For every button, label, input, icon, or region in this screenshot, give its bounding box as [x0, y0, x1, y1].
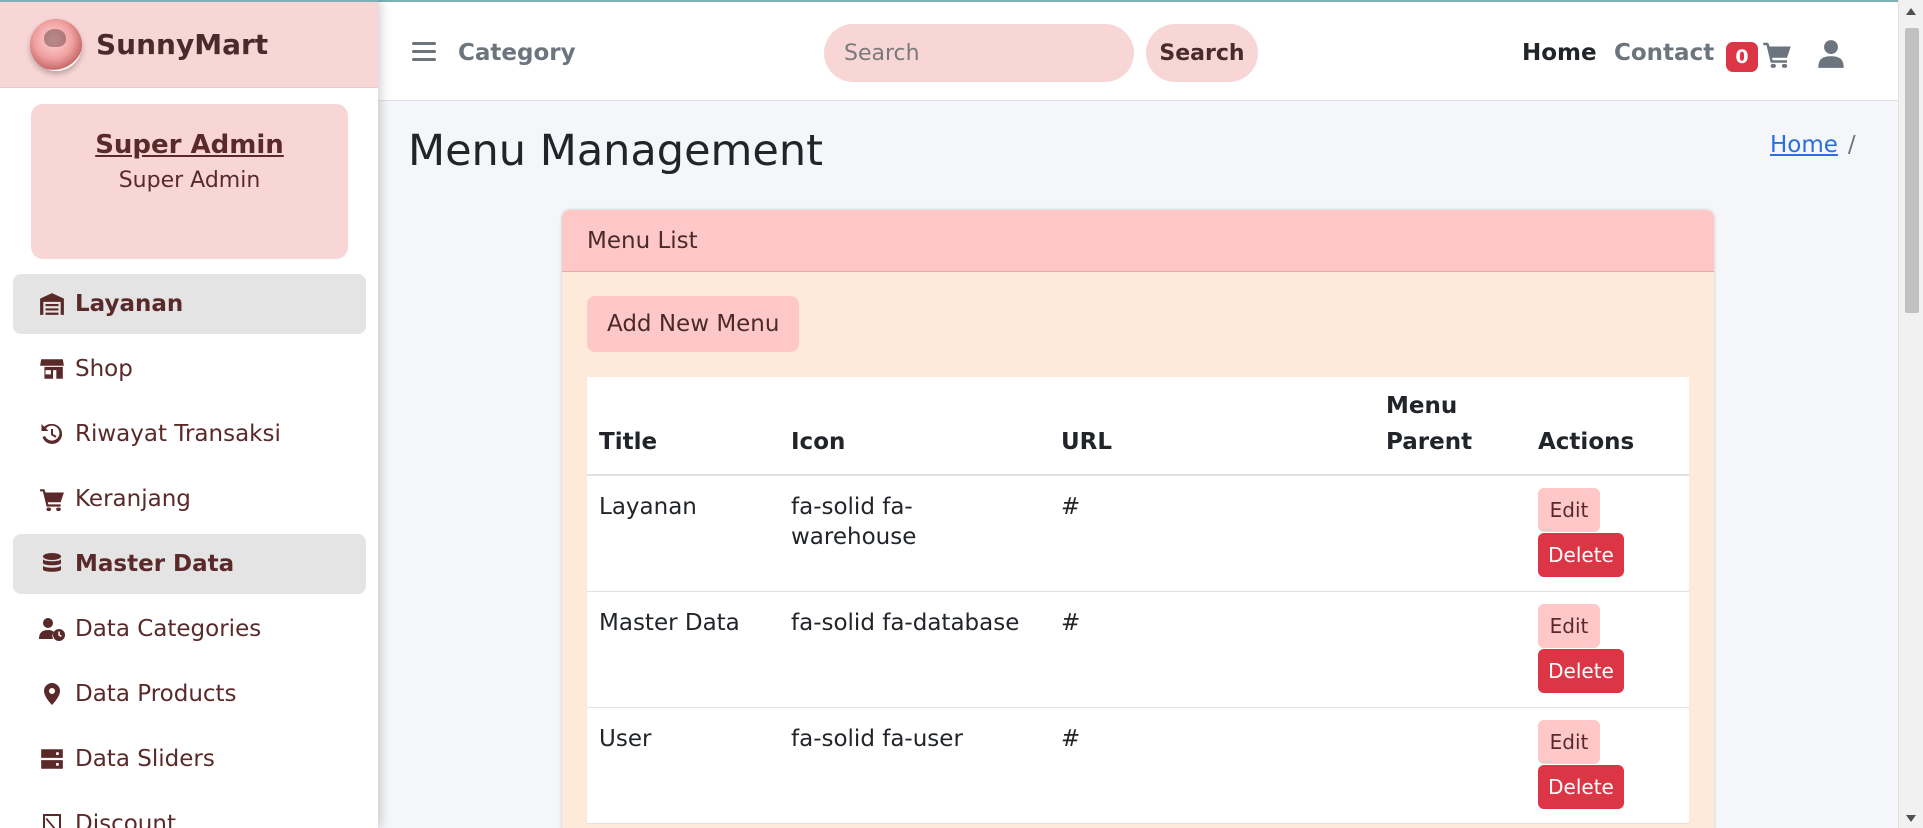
user-name-link[interactable]: Super Admin [95, 130, 284, 160]
shop-icon [37, 356, 67, 382]
cell-title: Master Data [587, 591, 779, 708]
column-header-icon: Icon [779, 377, 1049, 476]
sidebar-item-label: Data Sliders [75, 746, 215, 772]
menu-table: Title Icon URL Menu Parent Actions Layana… [587, 377, 1689, 824]
cell-title: User [587, 707, 779, 824]
sidebar-item-shop[interactable]: Shop [13, 339, 366, 399]
cell-actions: Edit Delete [1526, 591, 1689, 708]
cell-url: # [1049, 475, 1374, 592]
discount-icon [37, 811, 67, 828]
sidebar-item-label: Discount [75, 811, 176, 828]
sidebar: SunnyMart Super Admin Super Admin Layana… [0, 0, 378, 828]
cell-actions: Edit Delete [1526, 707, 1689, 824]
warehouse-icon [37, 291, 67, 317]
cell-icon: fa-solid fa-warehouse [779, 475, 1049, 592]
column-header-title: Title [587, 377, 779, 476]
cart-icon[interactable] [1762, 40, 1792, 68]
cell-icon: fa-solid fa-user [779, 707, 1049, 824]
page-scrollbar[interactable] [1898, 0, 1923, 828]
cart-count-badge: 0 [1726, 42, 1758, 72]
header-text: Menu [1386, 393, 1458, 419]
sidebar-item-label: Keranjang [75, 486, 191, 512]
cell-parent [1374, 707, 1526, 824]
delete-button[interactable]: Delete [1538, 533, 1624, 577]
sidebar-item-master-data[interactable]: Master Data [13, 534, 366, 594]
breadcrumb: Home / [1770, 132, 1856, 158]
database-icon [37, 551, 67, 577]
user-clock-icon [37, 616, 67, 642]
sidebar-item-label: Data Categories [75, 616, 262, 642]
cell-actions: Edit Delete [1526, 475, 1689, 592]
sidebar-item-label: Data Products [75, 681, 237, 707]
table-row: User fa-solid fa-user # Edit Delete [587, 707, 1689, 824]
top-navbar: Category Search Home Contact 0 [378, 0, 1898, 101]
history-icon [37, 421, 67, 447]
cell-url: # [1049, 591, 1374, 708]
sidebar-item-riwayat-transaksi[interactable]: Riwayat Transaksi [13, 404, 366, 464]
sidebar-item-discount[interactable]: Discount [13, 794, 366, 828]
sidebar-item-label: Master Data [75, 551, 235, 577]
search-input[interactable] [824, 24, 1134, 82]
table-header-row: Title Icon URL Menu Parent Actions [587, 377, 1689, 476]
search-button[interactable]: Search [1146, 24, 1258, 82]
page-title: Menu Management [408, 126, 823, 176]
sidebar-item-label: Layanan [75, 291, 184, 317]
sidebar-item-label: Shop [75, 356, 133, 382]
column-header-actions: Actions [1526, 377, 1689, 476]
sidebar-item-label: Riwayat Transaksi [75, 421, 281, 447]
user-role: Super Admin [118, 168, 261, 193]
cart-icon [37, 486, 67, 512]
category-link[interactable]: Category [458, 40, 576, 66]
sidebar-item-layanan[interactable]: Layanan [13, 274, 366, 334]
scroll-down-arrow-icon[interactable] [1906, 815, 1916, 822]
hamburger-menu-icon[interactable] [412, 42, 436, 62]
scroll-up-arrow-icon[interactable] [1906, 8, 1916, 15]
cell-icon: fa-solid fa-database [779, 591, 1049, 708]
nav-home-link[interactable]: Home [1522, 40, 1597, 66]
brand-logo [30, 18, 82, 71]
breadcrumb-home-link[interactable]: Home [1770, 132, 1838, 158]
cell-title: Layanan [587, 475, 779, 592]
user-icon[interactable] [1818, 39, 1844, 69]
header-text: Parent [1386, 429, 1473, 455]
menu-list-card: Menu List Add New Menu Title Icon URL Me… [562, 210, 1714, 828]
scrollbar-thumb[interactable] [1905, 28, 1919, 313]
brand-link[interactable]: SunnyMart [0, 0, 378, 88]
sidebar-item-data-categories[interactable]: Data Categories [13, 599, 366, 659]
sidebar-item-data-sliders[interactable]: Data Sliders [13, 729, 366, 789]
breadcrumb-separator: / [1847, 132, 1856, 158]
column-header-url: URL [1049, 377, 1374, 476]
delete-button[interactable]: Delete [1538, 648, 1624, 693]
user-panel: Super Admin Super Admin [31, 104, 348, 259]
server-icon [37, 746, 67, 772]
cell-url: # [1049, 707, 1374, 824]
delete-button[interactable]: Delete [1538, 764, 1624, 809]
cell-parent [1374, 475, 1526, 592]
cell-parent [1374, 591, 1526, 708]
column-header-menu-parent: Menu Parent [1374, 377, 1526, 476]
sidebar-item-keranjang[interactable]: Keranjang [13, 469, 366, 529]
card-header: Menu List [562, 210, 1714, 272]
sidebar-item-data-products[interactable]: Data Products [13, 664, 366, 724]
edit-button[interactable]: Edit [1538, 488, 1600, 532]
sidebar-nav: Layanan Shop Riwayat Transaksi Keranjang… [0, 274, 378, 828]
menu-table-wrapper: Title Icon URL Menu Parent Actions Layana… [587, 377, 1689, 824]
table-row: Master Data fa-solid fa-database # Edit … [587, 591, 1689, 708]
nav-contact-link[interactable]: Contact [1614, 40, 1714, 66]
edit-button[interactable]: Edit [1538, 603, 1600, 648]
brand-name: SunnyMart [96, 28, 269, 61]
edit-button[interactable]: Edit [1538, 719, 1600, 764]
add-new-menu-button[interactable]: Add New Menu [587, 296, 800, 352]
location-pin-icon [37, 681, 67, 707]
table-row: Layanan fa-solid fa-warehouse # Edit Del… [587, 475, 1689, 592]
